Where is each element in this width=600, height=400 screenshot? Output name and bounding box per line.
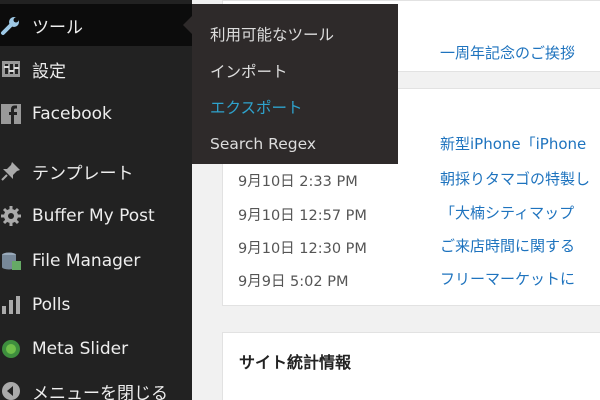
sidebar-item-buffer-my-post[interactable]: Buffer My Post (0, 195, 192, 237)
activity-date: 9月10日 2:33 PM (238, 174, 358, 190)
submenu-available-tools[interactable]: 利用可能なツール (192, 16, 398, 53)
meta-slider-icon (0, 338, 22, 360)
pin-icon (0, 160, 22, 182)
bar-chart-icon (0, 294, 22, 316)
activity-date: 9月10日 12:30 PM (238, 241, 367, 257)
facebook-icon (0, 103, 22, 125)
submenu-export[interactable]: エクスポート (192, 89, 398, 126)
sidebar-item-label: テンプレート (32, 163, 134, 184)
flyout-pointer (183, 16, 192, 34)
submenu-search-regex[interactable]: Search Regex (192, 126, 398, 163)
panel-title: サイト統計情報 (239, 353, 352, 372)
sidebar-item-label: File Manager (32, 251, 141, 271)
file-manager-icon (0, 250, 22, 272)
submenu-import[interactable]: インポート (192, 53, 398, 90)
activity-post-link[interactable]: 朝採りタマゴの特製し (440, 168, 590, 189)
sidebar-item-file-manager[interactable]: File Manager (0, 240, 192, 282)
activity-date: 9月10日 12:57 PM (238, 208, 367, 224)
sidebar-item-settings[interactable]: 設定 (0, 48, 192, 90)
site-stats-panel: サイト統計情報 (222, 332, 600, 400)
sidebar-item-label: Meta Slider (32, 339, 129, 359)
sidebar-item-label: Facebook (32, 104, 112, 124)
activity-post-link[interactable]: ご来店時間に関する (440, 235, 575, 256)
activity-row: 「大楠シティマップ (440, 202, 600, 224)
sidebar-item-label: Buffer My Post (32, 206, 155, 226)
activity-row: ご来店時間に関する (440, 235, 600, 257)
sidebar-item-label: Polls (32, 295, 71, 315)
sidebar-item-meta-slider[interactable]: Meta Slider (0, 328, 192, 370)
activity-row: フリーマーケットに (440, 268, 600, 290)
post-link[interactable]: 一周年記念のご挨拶 (440, 42, 575, 63)
activity-row: 新型iPhone「iPhone (440, 133, 600, 155)
activity-post-link[interactable]: 「大楠シティマップ (440, 202, 574, 223)
settings-sliders-icon (0, 58, 22, 80)
activity-post-link[interactable]: フリーマーケットに (440, 268, 575, 289)
activity-row: 朝採りタマゴの特製し (440, 168, 600, 190)
sidebar-collapse-menu[interactable]: メニューを閉じる (0, 370, 192, 400)
sidebar-item-templates[interactable]: テンプレート (0, 150, 192, 192)
collapse-arrow-icon (0, 380, 22, 400)
wrench-icon (0, 14, 22, 36)
sidebar-item-label: ツール (32, 17, 83, 38)
sidebar-item-label: メニューを閉じる (32, 383, 168, 400)
admin-sidebar: ツール 設定 Facebook テンプレート Buffer My Post Fi… (0, 0, 192, 400)
activity-date: 9月9日 5:02 PM (238, 274, 349, 290)
tools-submenu: 利用可能なツール インポート エクスポート Search Regex (192, 4, 398, 164)
activity-post-link[interactable]: 新型iPhone「iPhone (440, 133, 586, 154)
sidebar-item-tools[interactable]: ツール (0, 4, 192, 46)
sidebar-item-label: 設定 (32, 61, 66, 82)
sidebar-item-facebook[interactable]: Facebook (0, 93, 192, 135)
sidebar-item-polls[interactable]: Polls (0, 284, 192, 326)
gear-icon (0, 205, 22, 227)
